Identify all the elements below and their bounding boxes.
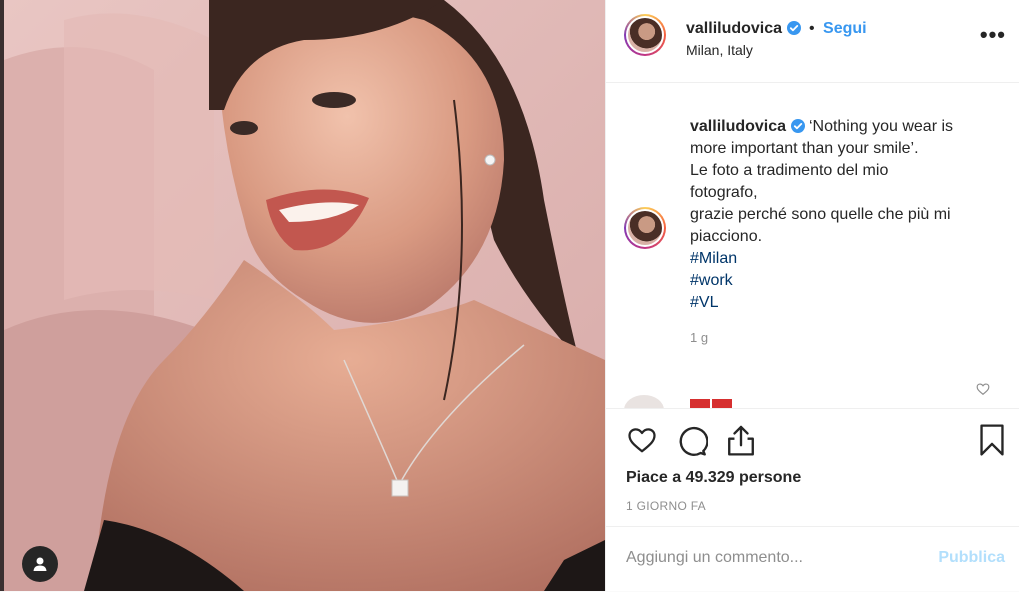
verified-badge-icon bbox=[790, 119, 805, 133]
author-username[interactable]: valliludovica bbox=[686, 20, 782, 37]
post-actions: Piace a 49.329 persone 1 GIORNO FA bbox=[606, 408, 1019, 527]
verified-badge-icon bbox=[786, 21, 801, 35]
comment-bubble-icon bbox=[679, 426, 709, 456]
user-icon bbox=[33, 557, 47, 571]
header-title-row: valliludovica • Segui bbox=[686, 20, 867, 38]
caption-line: fotografo, bbox=[690, 184, 758, 201]
next-comment-preview bbox=[624, 393, 1004, 409]
hashtag-link[interactable]: #work bbox=[690, 270, 1000, 292]
bookmark-icon bbox=[980, 424, 1004, 456]
separator-dot: • bbox=[808, 20, 815, 37]
comment-like-icon[interactable] bbox=[976, 382, 990, 396]
caption-username[interactable]: valliludovica bbox=[690, 118, 786, 135]
avatar-image bbox=[628, 211, 662, 245]
caption-line: more important than your smile’. bbox=[690, 140, 919, 157]
comment-button[interactable] bbox=[676, 425, 709, 460]
caption-line: grazie perché sono quelle che più mi bbox=[690, 206, 951, 223]
caption-avatar[interactable] bbox=[624, 207, 666, 249]
post-header: valliludovica • Segui Milan, Italy ••• bbox=[606, 0, 1019, 83]
hashtag-link[interactable]: #Milan bbox=[690, 248, 1000, 270]
author-avatar[interactable] bbox=[624, 14, 666, 56]
post-date[interactable]: 1 GIORNO FA bbox=[626, 499, 706, 513]
commenter-avatar[interactable] bbox=[624, 395, 664, 409]
caption-first-line: valliludovica ‘Nothing you wear is bbox=[690, 118, 953, 135]
photo-illustration bbox=[4, 0, 605, 591]
share-button[interactable] bbox=[725, 423, 757, 460]
publish-button[interactable]: Pubblica bbox=[938, 549, 1005, 567]
comment-form: Pubblica bbox=[606, 526, 1019, 592]
caption-line: Le foto a tradimento del mio bbox=[690, 162, 889, 179]
save-button[interactable] bbox=[978, 423, 1006, 460]
post-location[interactable]: Milan, Italy bbox=[686, 42, 753, 58]
like-button[interactable] bbox=[626, 425, 658, 458]
more-options-icon[interactable]: ••• bbox=[980, 24, 1006, 46]
tagged-users-button[interactable] bbox=[22, 546, 58, 582]
likes-count[interactable]: Piace a 49.329 persone bbox=[626, 469, 801, 487]
hashtag-link[interactable]: #VL bbox=[690, 292, 1000, 314]
caption-line: piacciono. bbox=[690, 228, 763, 245]
share-icon bbox=[728, 425, 754, 456]
caption-time[interactable]: 1 g bbox=[690, 330, 708, 345]
comment-input[interactable] bbox=[626, 549, 926, 567]
post-sidebar: valliludovica • Segui Milan, Italy ••• v… bbox=[605, 0, 1019, 591]
post-photo[interactable] bbox=[4, 0, 605, 591]
heart-icon bbox=[628, 428, 656, 453]
caption-text: valliludovica ‘Nothing you wear is more … bbox=[690, 116, 1000, 314]
caption-line: ‘Nothing you wear is bbox=[808, 118, 954, 135]
follow-button[interactable]: Segui bbox=[823, 20, 867, 37]
post-modal: valliludovica • Segui Milan, Italy ••• v… bbox=[0, 0, 1019, 591]
avatar-image bbox=[628, 18, 662, 52]
